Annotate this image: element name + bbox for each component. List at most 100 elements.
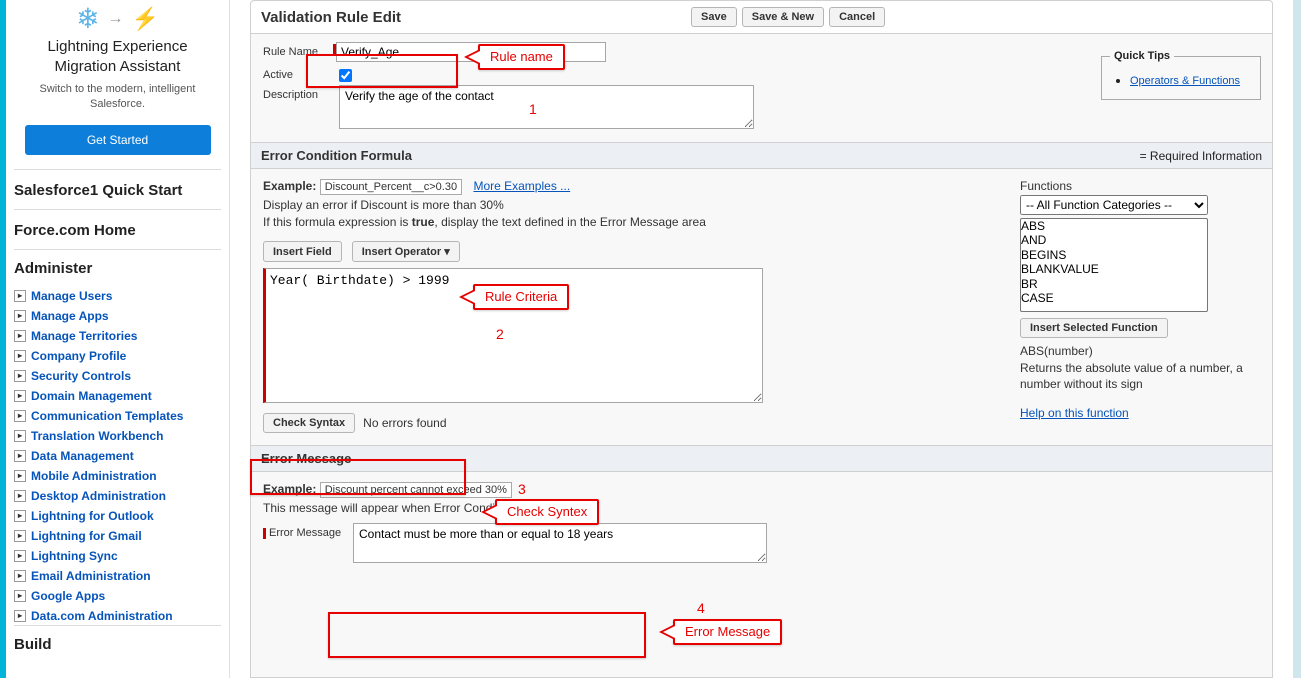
expand-icon[interactable]: ▸ (14, 390, 26, 402)
validation-rule-panel: Validation Rule Edit Save Save & New Can… (250, 0, 1273, 678)
sidebar-item: ▸Google Apps (14, 585, 221, 605)
expand-icon[interactable]: ▸ (14, 450, 26, 462)
sidebar-item-label: Data.com Administration (31, 609, 173, 623)
sidebar-item: ▸ Security Controls (14, 365, 221, 385)
sidebar-section-administer: Administer (14, 249, 221, 285)
active-label: Active (263, 65, 333, 81)
page-title: Validation Rule Edit (261, 9, 401, 26)
expand-icon[interactable]: ▸ (14, 530, 26, 542)
functions-listbox[interactable]: ABSANDBEGINSBLANKVALUEBRCASE (1020, 218, 1208, 312)
function-option[interactable]: AND (1021, 233, 1207, 247)
expand-icon[interactable]: ▸ (14, 470, 26, 482)
sidebar-item-link[interactable]: ▸Data Management (14, 449, 134, 463)
sidebar-item-link[interactable]: ▸Communication Templates (14, 409, 183, 423)
sidebar-item-link[interactable]: ▸ Lightning Sync (14, 549, 118, 563)
sidebar-quickstart-link[interactable]: Salesforce1 Quick Start (14, 169, 221, 209)
expand-icon[interactable]: ▸ (14, 370, 26, 382)
section-title-errmsg: Error Message (261, 451, 351, 466)
error-message-textarea[interactable]: Contact must be more than or equal to 18… (353, 523, 767, 563)
expand-icon[interactable]: ▸ (14, 310, 26, 322)
sidebar-item-link[interactable]: ▸Manage Users (14, 289, 112, 303)
app-viewport: ❄ → ⚡ Lightning Experience Migration Ass… (0, 0, 1301, 678)
sidebar-item: ▸ Email Administration (14, 565, 221, 585)
sidebar-item-link[interactable]: ▸ Company Profile (14, 349, 126, 363)
sidebar-item-link[interactable]: ▸Translation Workbench (14, 429, 163, 443)
sidebar-item-link[interactable]: ▸Lightning for Gmail (14, 529, 142, 543)
sidebar-item-link[interactable]: ▸Manage Apps (14, 309, 109, 323)
function-option[interactable]: CASE (1021, 291, 1207, 305)
administer-menu: ▸Manage Users ▸Manage Apps ▸Manage Territo… (14, 285, 221, 625)
sidebar-item-label: Lightning for Outlook (31, 509, 154, 523)
required-legend: = Required Information (1140, 149, 1262, 163)
sidebar-item-link[interactable]: ▸ Lightning for Outlook (14, 509, 154, 523)
expand-icon[interactable]: ▸ (14, 570, 26, 582)
expand-icon[interactable]: ▸ (14, 410, 26, 422)
sidebar-item-label: Lightning Sync (31, 549, 118, 563)
sidebar-item: ▸Manage Territories (14, 325, 221, 345)
sidebar-item: ▸Manage Users (14, 285, 221, 305)
sidebar-item-label: Email Administration (31, 569, 151, 583)
save-and-new-button[interactable]: Save & New (742, 7, 824, 27)
insert-field-button[interactable]: Insert Field (263, 241, 342, 262)
annotation-callout-rule-criteria: Rule Criteria (473, 284, 569, 310)
formula-hint-1: Display an error if Discount is more tha… (263, 198, 1006, 212)
expand-icon[interactable]: ▸ (14, 330, 26, 342)
formula-left-column: Example: Discount_Percent__c>0.30 More E… (263, 179, 1006, 433)
sidebar-item-link[interactable]: ▸ Email Administration (14, 569, 151, 583)
save-button[interactable]: Save (691, 7, 737, 27)
formula-area: Example: Discount_Percent__c>0.30 More E… (251, 169, 1272, 445)
expand-icon[interactable]: ▸ (14, 590, 26, 602)
active-checkbox[interactable] (339, 69, 352, 82)
sidebar-force-home-link[interactable]: Force.com Home (14, 209, 221, 249)
function-help-link[interactable]: Help on this function (1020, 406, 1129, 420)
migration-title: Lightning Experience Migration Assistant (20, 37, 215, 76)
migration-icons: ❄ → ⚡ (20, 0, 215, 35)
sidebar-item-label: Security Controls (31, 369, 131, 383)
function-option[interactable]: BLANKVALUE (1021, 262, 1207, 276)
annotation-number-2: 2 (496, 326, 504, 342)
sidebar-item-link[interactable]: ▸Mobile Administration (14, 469, 157, 483)
get-started-button[interactable]: Get Started (25, 125, 211, 155)
sidebar-item: ▸ Lightning Sync (14, 545, 221, 565)
check-syntax-button[interactable]: Check Syntax (263, 413, 355, 433)
sidebar-item: ▸Mobile Administration (14, 465, 221, 485)
rule-name-label: Rule Name (263, 42, 333, 58)
section-bar-errmsg: Error Message (251, 445, 1272, 472)
sidebar-item-link[interactable]: ▸Google Apps (14, 589, 105, 603)
formula-example-box: Discount_Percent__c>0.30 (320, 179, 462, 195)
expand-icon[interactable]: ▸ (14, 290, 26, 302)
expand-icon[interactable]: ▸ (14, 350, 26, 362)
annotation-number-1: 1 (529, 101, 537, 117)
function-option[interactable]: BEGINS (1021, 248, 1207, 262)
sidebar-item-link[interactable]: ▸Desktop Administration (14, 489, 166, 503)
sidebar-item: ▸Data Management (14, 445, 221, 465)
quick-tips-operators-link[interactable]: Operators & Functions (1130, 75, 1240, 87)
errmsg-example-box: Discount percent cannot exceed 30% (320, 482, 512, 498)
annotation-callout-check-syntax: Check Syntex (495, 499, 599, 525)
expand-icon[interactable]: ▸ (14, 550, 26, 562)
insert-selected-function-button[interactable]: Insert Selected Function (1020, 318, 1168, 338)
expand-icon[interactable]: ▸ (14, 610, 26, 622)
function-option[interactable]: ABS (1021, 219, 1207, 233)
cancel-button[interactable]: Cancel (829, 7, 885, 27)
sidebar-item: ▸Translation Workbench (14, 425, 221, 445)
migration-subtitle: Switch to the modern, intelligent Salesf… (20, 82, 215, 113)
description-textarea[interactable]: Verify the age of the contact (339, 85, 754, 129)
more-examples-link[interactable]: More Examples ... (473, 179, 570, 193)
functions-panel: Functions -- All Function Categories -- … (1020, 179, 1260, 433)
sidebar-item-label: Company Profile (31, 349, 126, 363)
main-content: Validation Rule Edit Save Save & New Can… (229, 0, 1293, 678)
sidebar-item-link[interactable]: ▸Domain Management (14, 389, 152, 403)
insert-operator-button[interactable]: Insert Operator ▾ (352, 241, 460, 262)
expand-icon[interactable]: ▸ (14, 430, 26, 442)
function-option[interactable]: BR (1021, 277, 1207, 291)
expand-icon[interactable]: ▸ (14, 490, 26, 502)
panel-header: Validation Rule Edit Save Save & New Can… (251, 1, 1272, 34)
sidebar-item-link[interactable]: ▸ Security Controls (14, 369, 131, 383)
sidebar-item-link[interactable]: ▸Manage Territories (14, 329, 137, 343)
left-sidebar: ❄ → ⚡ Lightning Experience Migration Ass… (6, 0, 229, 678)
section-bar-formula: Error Condition Formula = Required Infor… (251, 142, 1272, 169)
sidebar-item-link[interactable]: ▸ Data.com Administration (14, 609, 173, 623)
function-category-select[interactable]: -- All Function Categories -- (1020, 195, 1208, 215)
expand-icon[interactable]: ▸ (14, 510, 26, 522)
